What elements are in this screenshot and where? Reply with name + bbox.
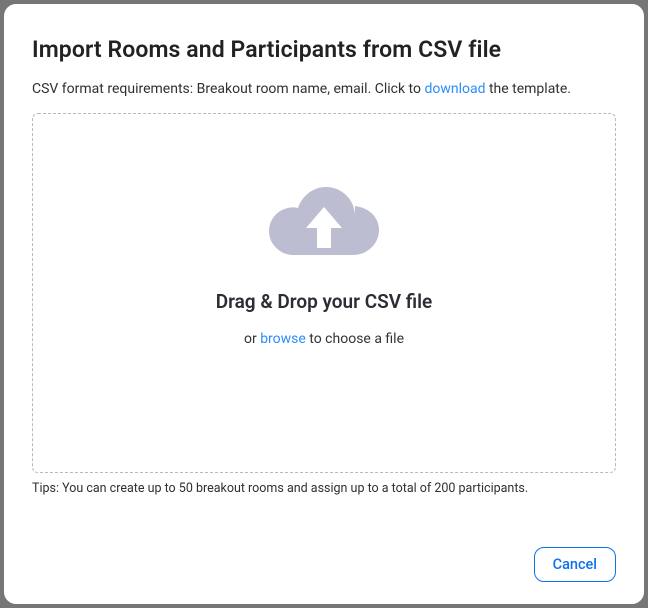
dropzone-title: Drag & Drop your CSV file — [216, 290, 433, 313]
cancel-button[interactable]: Cancel — [534, 547, 616, 582]
csv-dropzone[interactable]: Drag & Drop your CSV file or browse to c… — [32, 113, 616, 473]
requirements-suffix: the template. — [485, 81, 571, 97]
dropzone-subtext: or browse to choose a file — [244, 331, 404, 347]
cloud-upload-icon — [269, 182, 379, 266]
browse-link[interactable]: browse — [260, 331, 306, 347]
requirements-prefix: CSV format requirements: Breakout room n… — [32, 81, 424, 97]
csv-requirements-text: CSV format requirements: Breakout room n… — [32, 81, 616, 97]
dialog-title: Import Rooms and Participants from CSV f… — [32, 36, 616, 63]
download-template-link[interactable]: download — [424, 81, 485, 97]
tips-text: Tips: You can create up to 50 breakout r… — [32, 481, 616, 496]
dropzone-or-suffix: to choose a file — [306, 331, 404, 347]
dialog-footer: Cancel — [32, 547, 616, 582]
dropzone-or: or — [244, 331, 260, 347]
import-csv-dialog: Import Rooms and Participants from CSV f… — [4, 4, 644, 604]
